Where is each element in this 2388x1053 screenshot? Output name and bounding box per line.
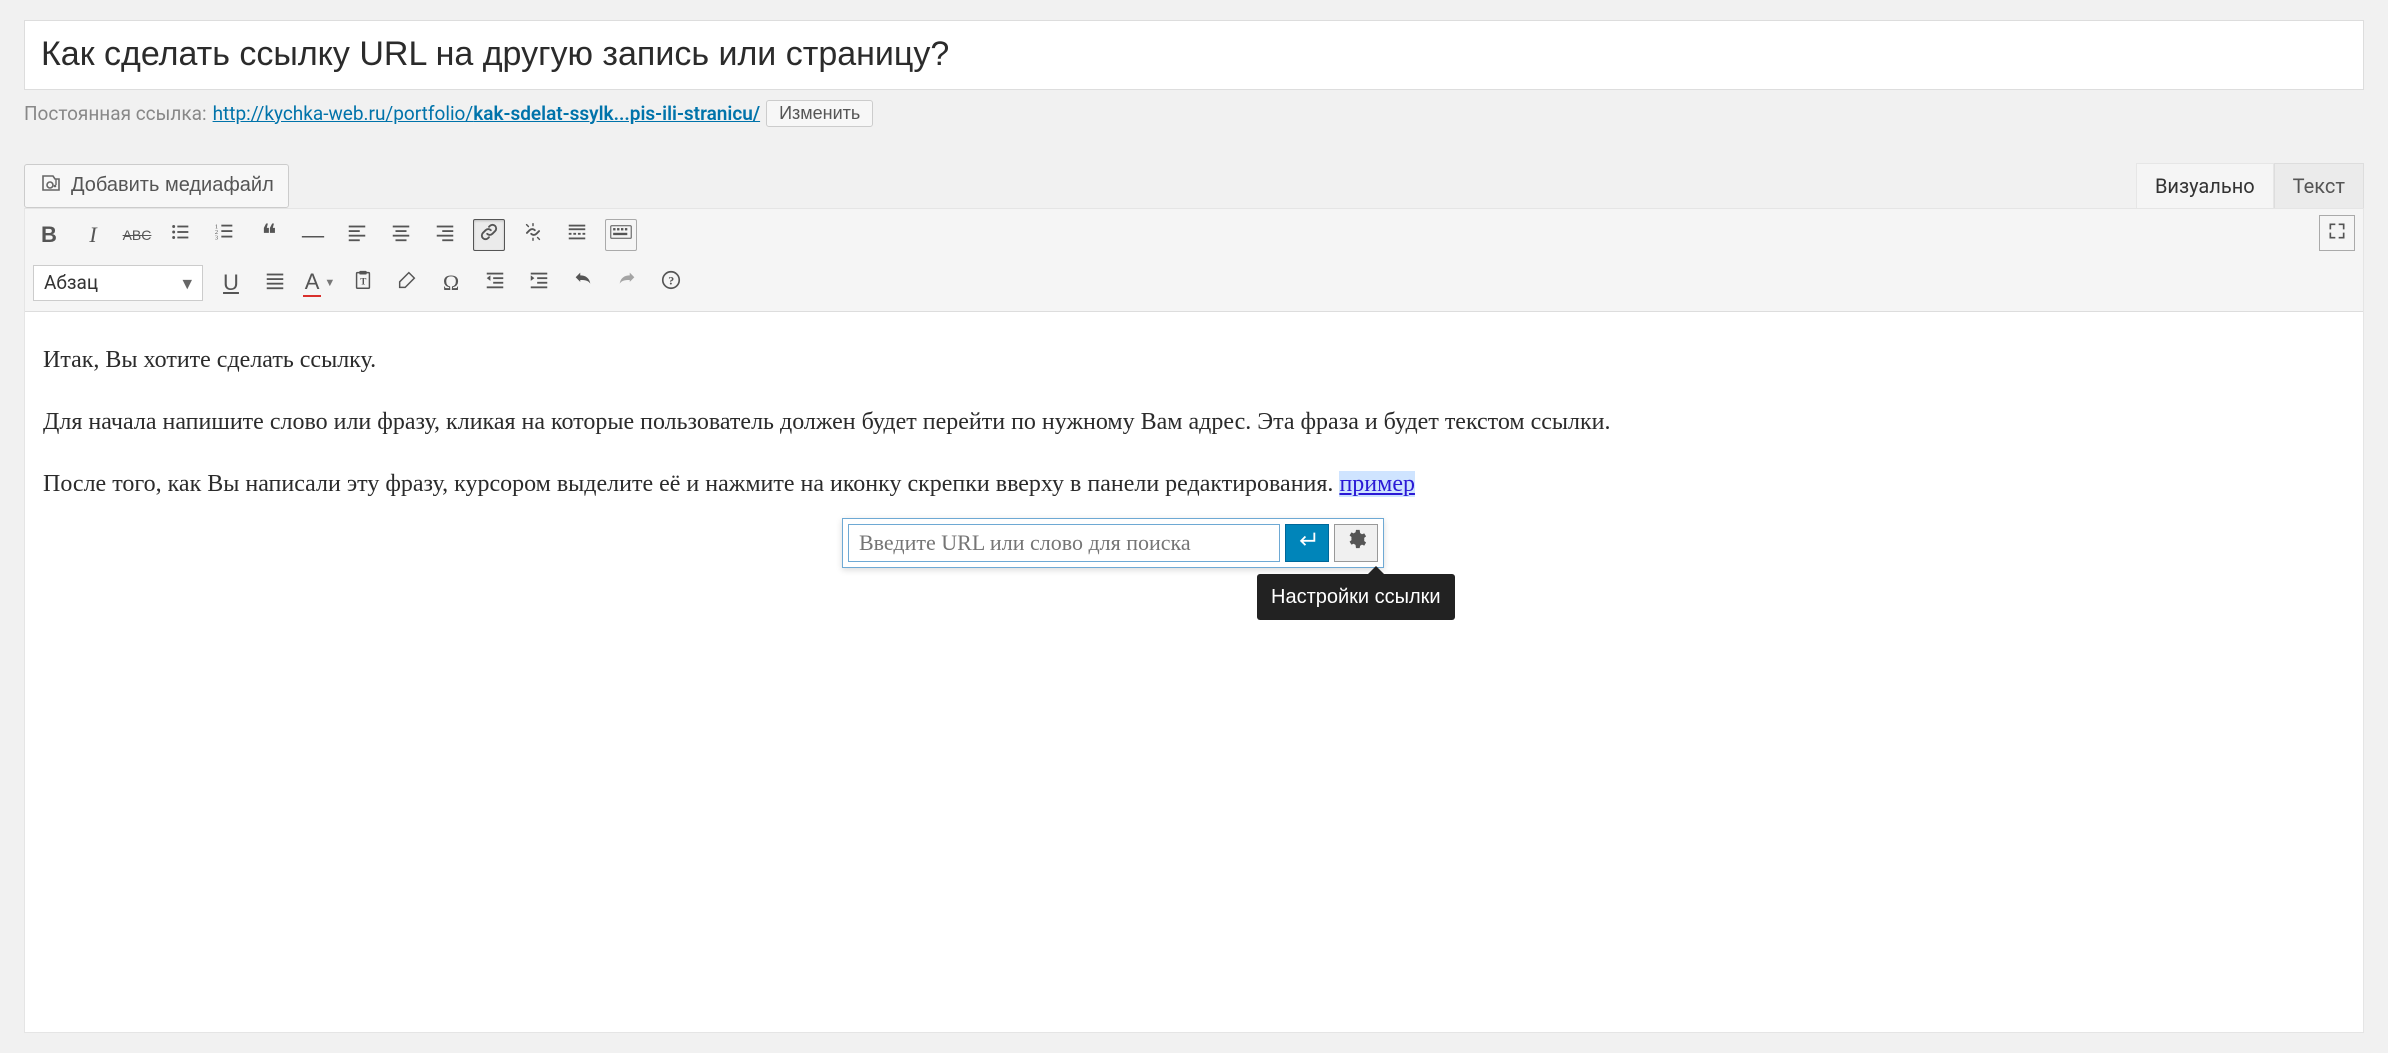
editor-toolbar: B I ABC 123 ❝ — Абзац <box>25 209 2363 312</box>
selected-link-text[interactable]: пример <box>1339 471 1415 497</box>
toolbar-toggle-button[interactable] <box>605 219 637 251</box>
fullscreen-icon <box>2327 221 2347 245</box>
link-settings-button[interactable] <box>1334 524 1378 562</box>
indent-icon <box>528 269 550 297</box>
camera-music-icon <box>39 171 63 201</box>
svg-text:T: T <box>360 276 366 286</box>
align-justify-button[interactable] <box>259 267 291 299</box>
link-icon <box>478 221 500 249</box>
bullet-list-button[interactable] <box>165 219 197 251</box>
align-right-button[interactable] <box>429 219 461 251</box>
permalink-label: Постоянная ссылка: <box>24 102 207 125</box>
undo-button[interactable] <box>567 267 599 299</box>
chevron-down-icon: ▼ <box>324 277 335 289</box>
editor-content[interactable]: Итак, Вы хотите сделать ссылку. Для нача… <box>25 312 2363 1032</box>
insert-link-button[interactable] <box>473 219 505 251</box>
editor-tabs: Визуально Текст <box>2136 163 2364 208</box>
align-left-icon <box>346 221 368 249</box>
permalink-row: Постоянная ссылка: http://kychka-web.ru/… <box>24 100 2364 127</box>
tab-visual[interactable]: Визуально <box>2136 163 2274 208</box>
unlink-icon <box>522 221 544 249</box>
add-media-label: Добавить медиафайл <box>71 174 274 197</box>
inline-link-toolbar <box>842 518 1384 568</box>
align-center-icon <box>390 221 412 249</box>
clear-formatting-button[interactable] <box>391 267 423 299</box>
redo-button[interactable] <box>611 267 643 299</box>
tab-text[interactable]: Текст <box>2274 163 2364 208</box>
svg-text:?: ? <box>668 273 674 287</box>
read-more-button[interactable] <box>561 219 593 251</box>
help-button[interactable]: ? <box>655 267 687 299</box>
editor-container: B I ABC 123 ❝ — Абзац <box>24 208 2364 1033</box>
permalink-link[interactable]: http://kychka-web.ru/portfolio/kak-sdela… <box>213 102 761 125</box>
numbered-list-button[interactable]: 123 <box>209 219 241 251</box>
keyboard-icon <box>610 221 632 249</box>
read-more-icon <box>566 221 588 249</box>
post-title-input[interactable] <box>24 20 2364 90</box>
redo-icon <box>616 269 638 297</box>
blockquote-button[interactable]: ❝ <box>253 219 285 251</box>
align-justify-icon <box>264 269 286 297</box>
add-media-button[interactable]: Добавить медиафайл <box>24 164 289 208</box>
underline-button[interactable]: U <box>215 267 247 299</box>
link-settings-tooltip: Настройки ссылки <box>1257 574 1455 620</box>
special-char-button[interactable]: Ω <box>435 267 467 299</box>
enter-arrow-icon <box>1296 525 1318 561</box>
gear-icon <box>1345 525 1367 561</box>
align-right-icon <box>434 221 456 249</box>
bullet-list-icon <box>170 221 192 249</box>
numbered-list-icon: 123 <box>214 221 236 249</box>
align-left-button[interactable] <box>341 219 373 251</box>
remove-link-button[interactable] <box>517 219 549 251</box>
outdent-button[interactable] <box>479 267 511 299</box>
format-select[interactable]: Абзац <box>33 265 203 301</box>
text-color-icon: A <box>303 269 322 297</box>
fullscreen-button[interactable] <box>2319 215 2355 251</box>
edit-permalink-button[interactable]: Изменить <box>766 100 873 127</box>
eraser-icon <box>396 269 418 297</box>
apply-link-button[interactable] <box>1285 524 1329 562</box>
content-paragraph: После того, как Вы написали эту фразу, к… <box>43 466 2345 502</box>
outdent-icon <box>484 269 506 297</box>
bold-button[interactable]: B <box>33 219 65 251</box>
horizontal-rule-button[interactable]: — <box>297 219 329 251</box>
text-color-button[interactable]: A▼ <box>303 267 335 299</box>
align-center-button[interactable] <box>385 219 417 251</box>
paste-text-button[interactable]: T <box>347 267 379 299</box>
undo-icon <box>572 269 594 297</box>
content-text: После того, как Вы написали эту фразу, к… <box>43 471 1339 497</box>
indent-button[interactable] <box>523 267 555 299</box>
clipboard-icon: T <box>352 269 374 297</box>
link-url-input[interactable] <box>848 524 1280 562</box>
italic-button[interactable]: I <box>77 219 109 251</box>
content-paragraph: Для начала напишите слово или фразу, кли… <box>43 404 2345 440</box>
svg-text:3: 3 <box>215 234 218 241</box>
content-paragraph: Итак, Вы хотите сделать ссылку. <box>43 342 2345 378</box>
strikethrough-button[interactable]: ABC <box>121 219 153 251</box>
help-icon: ? <box>660 269 682 297</box>
